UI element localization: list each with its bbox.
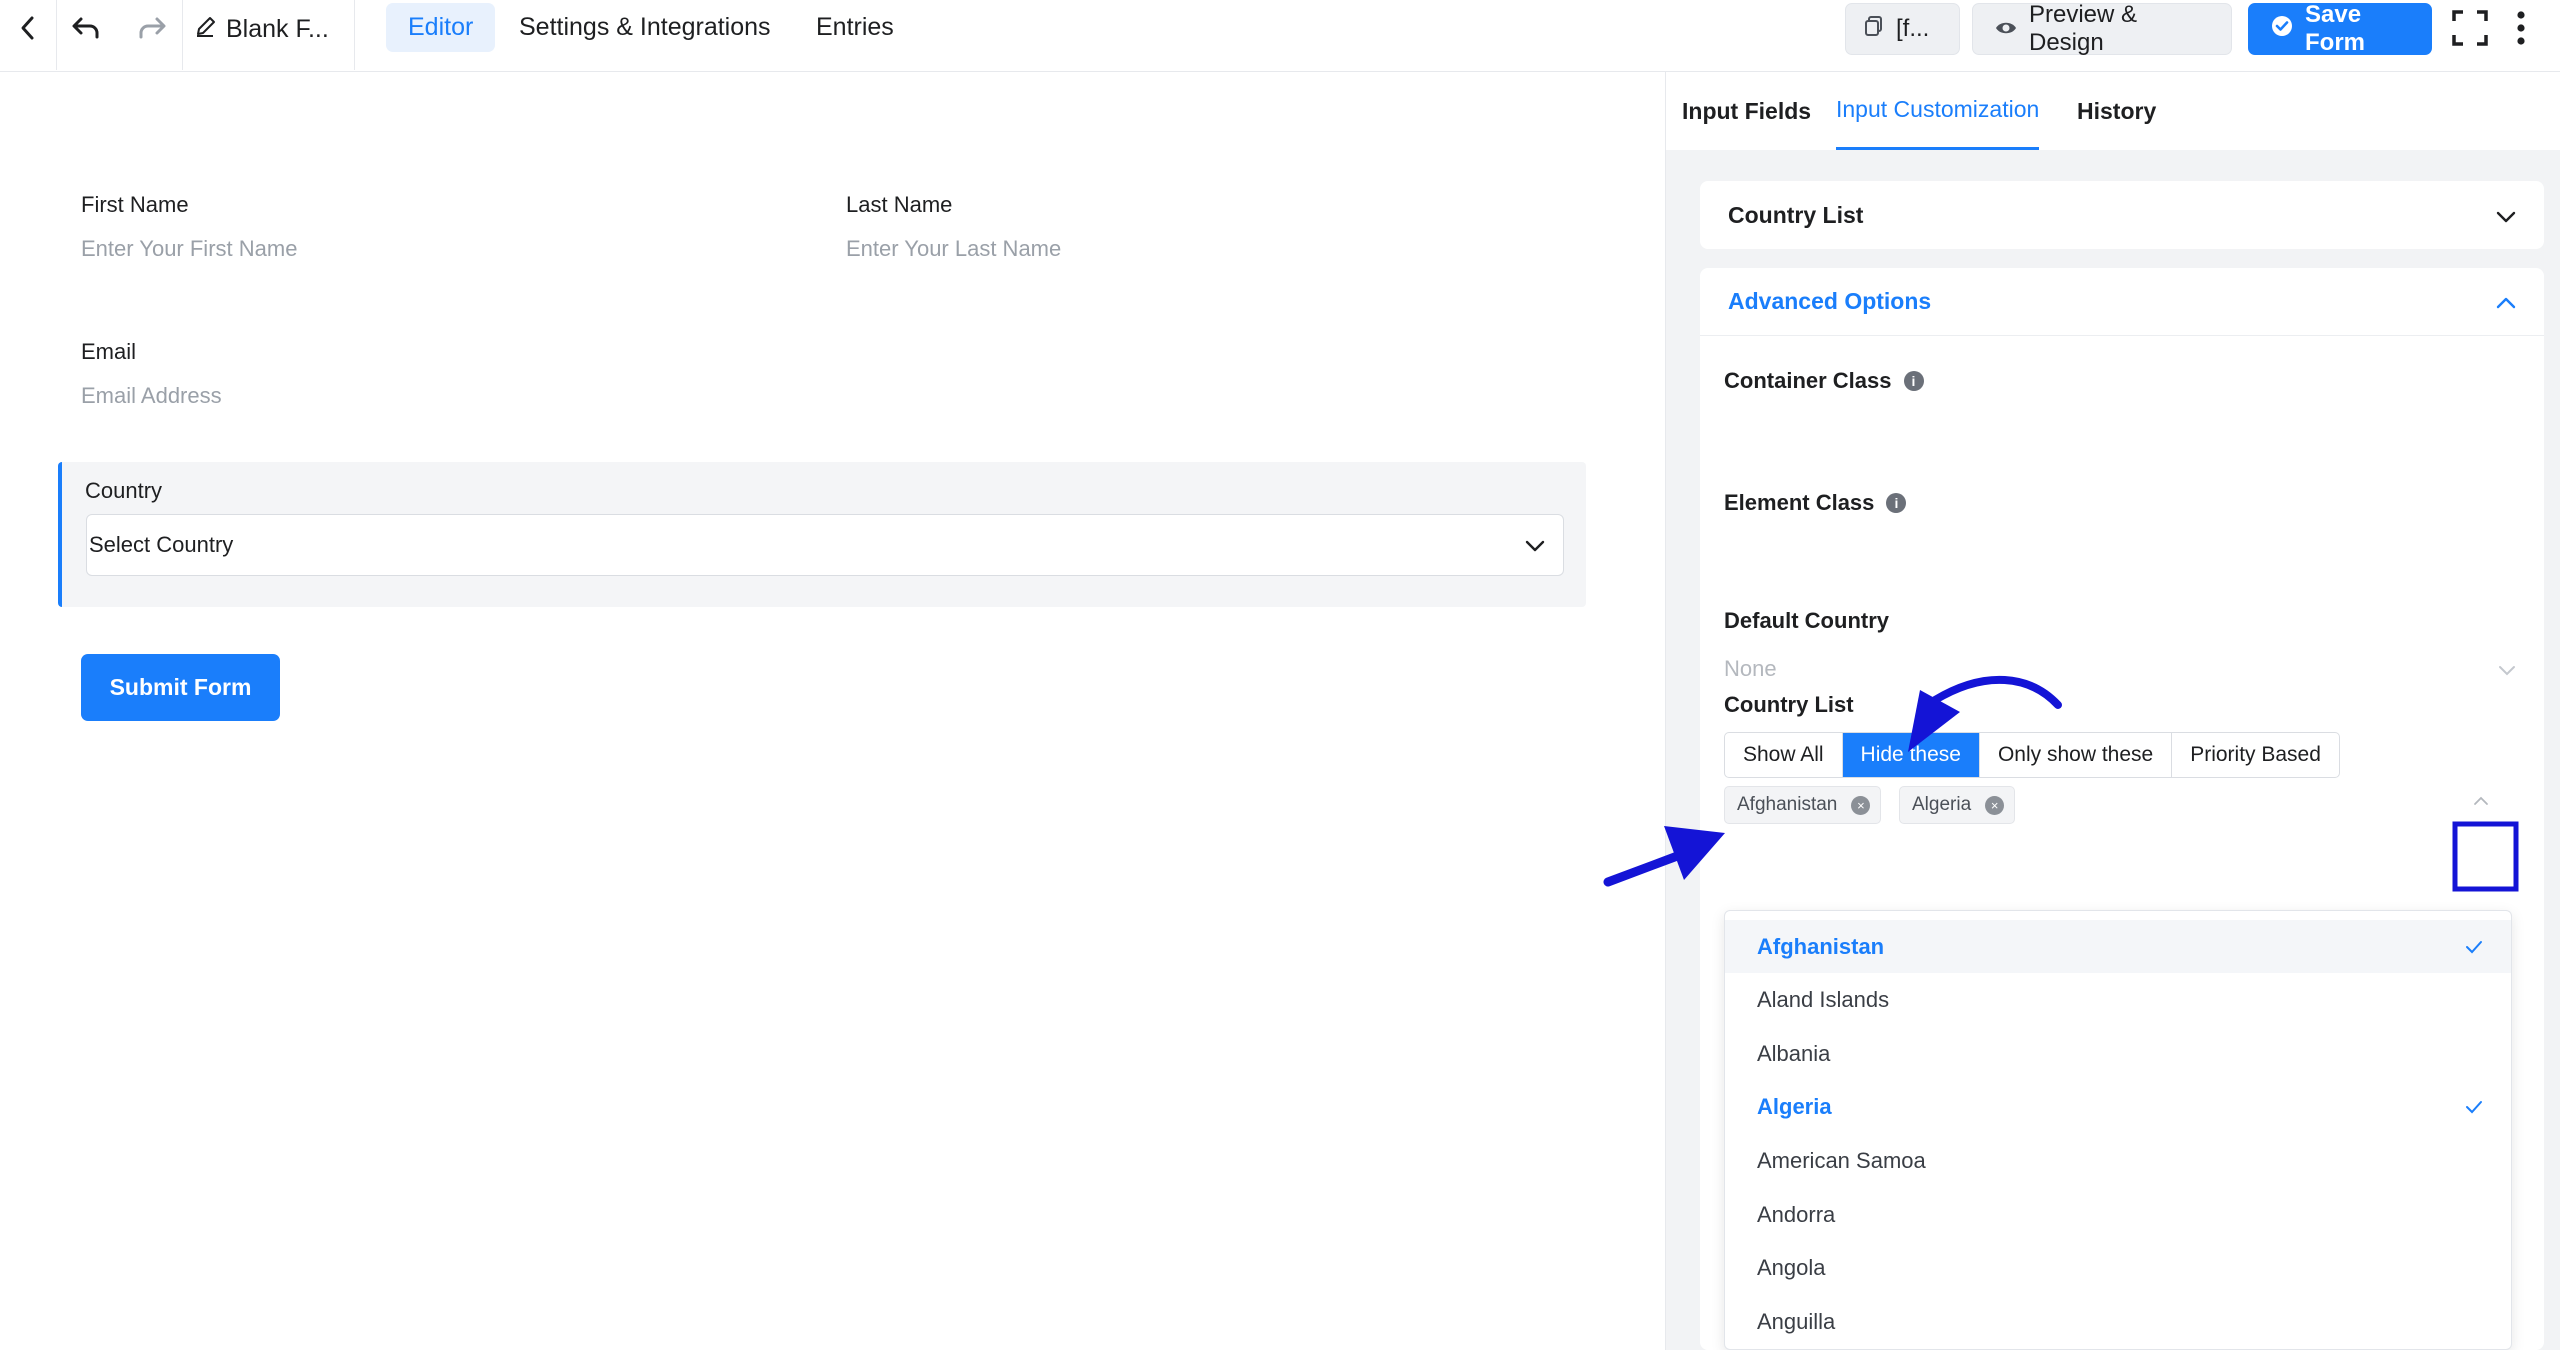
tab-input-customization[interactable]: Input Customization (1836, 72, 2040, 150)
dropdown-option-albania[interactable]: Albania (1725, 1027, 2511, 1080)
panel-tabs: Input Fields Input Customization History (1666, 72, 2560, 150)
copy-icon (1864, 15, 1884, 44)
last-name-input[interactable]: Enter Your Last Name (846, 236, 1061, 262)
pencil-icon (194, 14, 216, 45)
country-field-block[interactable]: Country Select Country (58, 462, 1586, 607)
check-icon (2465, 934, 2483, 960)
country-list-title: Country List (1728, 201, 1864, 228)
advanced-options-header[interactable]: Advanced Options (1700, 268, 2544, 336)
toolbar-divider (354, 0, 355, 70)
dropdown-option-afghanistan[interactable]: Afghanistan (1725, 920, 2511, 973)
container-class-text: Container Class (1724, 368, 1892, 393)
element-class-text: Element Class (1724, 490, 1875, 515)
preview-design-label: Preview & Design (2029, 1, 2138, 56)
dropdown-option-andorra[interactable]: Andorra (1725, 1188, 2511, 1241)
check-circle-icon (2271, 15, 2293, 44)
country-options-dropdown: Afghanistan Aland Islands Albania Algeri… (1724, 910, 2512, 1350)
remove-tag-icon[interactable]: × (1851, 795, 1871, 815)
country-list-card[interactable]: Country List (1700, 181, 2544, 249)
tag-label: Afghanistan (1737, 794, 1838, 815)
segment-show-all[interactable]: Show All (1725, 733, 1843, 777)
dropdown-option-anguilla[interactable]: Anguilla (1725, 1295, 2511, 1348)
dropdown-option-algeria[interactable]: Algeria (1725, 1080, 2511, 1133)
country-list-label: Country List (1724, 692, 1854, 717)
segment-hide-these[interactable]: Hide these (1842, 733, 1980, 777)
dropdown-option-american-samoa[interactable]: American Samoa (1725, 1134, 2511, 1187)
first-name-input[interactable]: Enter Your First Name (81, 236, 297, 262)
default-country-select[interactable]: None (1724, 652, 2516, 686)
country-label: Country (85, 478, 163, 503)
submit-form-button[interactable]: Submit Form (81, 654, 280, 721)
save-form-label: Save Form (2305, 1, 2365, 56)
toolbar-divider (182, 0, 183, 70)
email-label: Email (81, 339, 137, 364)
country-list-header[interactable]: Country List (1700, 181, 2544, 249)
tab-editor[interactable]: Editor (386, 3, 496, 52)
selected-tag: Algeria × (1899, 786, 2016, 824)
check-icon (2465, 1094, 2483, 1120)
country-select-value: Select Country (89, 532, 234, 557)
fullscreen-icon[interactable] (2448, 0, 2492, 56)
email-input[interactable]: Email Address (81, 383, 222, 409)
eye-icon (1995, 15, 2017, 43)
shortcode-button[interactable]: [f... (1845, 3, 1960, 55)
advanced-options-title: Advanced Options (1728, 288, 1932, 314)
option-label: Afghanistan (1757, 933, 1885, 959)
undo-icon[interactable] (64, 0, 108, 56)
toolbar-divider (56, 0, 57, 70)
form-canvas: First Name Enter Your First Name Last Na… (0, 72, 1665, 1350)
last-name-label: Last Name (846, 192, 953, 217)
element-class-label: Element Class i (1724, 490, 1907, 516)
remove-tag-icon[interactable]: × (1985, 795, 2005, 815)
top-toolbar: Blank F... Editor Settings & Integration… (0, 0, 2560, 72)
chevron-up-icon[interactable] (2472, 794, 2490, 812)
chevron-down-icon (2498, 656, 2516, 682)
option-label: Algeria (1757, 1093, 1832, 1119)
form-title-text: Blank F... (226, 14, 329, 43)
segment-only-show-these[interactable]: Only show these (1980, 733, 2173, 777)
container-class-label: Container Class i (1724, 368, 1924, 394)
dropdown-option-aland-islands[interactable]: Aland Islands (1725, 973, 2511, 1026)
country-list-mode-segments: Show All Hide these Only show these Prio… (1724, 732, 2340, 778)
back-icon[interactable] (8, 0, 48, 56)
preview-design-button[interactable]: Preview & Design (1972, 1, 2232, 56)
default-country-value: None (1724, 656, 1777, 681)
chevron-down-icon (2496, 202, 2516, 229)
more-options-icon[interactable] (2508, 0, 2534, 56)
tab-input-fields[interactable]: Input Fields (1682, 72, 1811, 150)
country-select[interactable]: Select Country (86, 514, 1564, 576)
info-icon[interactable]: i (1886, 493, 1907, 513)
shortcode-text: [f... (1896, 15, 1930, 42)
default-country-label: Default Country (1724, 608, 1889, 633)
chevron-down-icon (1525, 532, 1545, 558)
dropdown-option-angola[interactable]: Angola (1725, 1241, 2511, 1294)
first-name-label: First Name (81, 192, 189, 217)
tab-settings-integrations[interactable]: Settings & Integrations (497, 3, 793, 52)
form-title[interactable]: Blank F... (194, 14, 329, 44)
save-form-button[interactable]: Save Form (2248, 1, 2432, 56)
tag-label: Algeria (1912, 794, 1972, 815)
chevron-up-icon (2496, 288, 2516, 315)
tab-entries[interactable]: Entries (794, 3, 916, 52)
segment-priority-based[interactable]: Priority Based (2172, 733, 2339, 777)
selected-tag: Afghanistan × (1724, 786, 1882, 824)
tab-history[interactable]: History (2077, 72, 2156, 150)
redo-icon[interactable] (130, 0, 174, 56)
info-icon[interactable]: i (1903, 371, 1924, 391)
